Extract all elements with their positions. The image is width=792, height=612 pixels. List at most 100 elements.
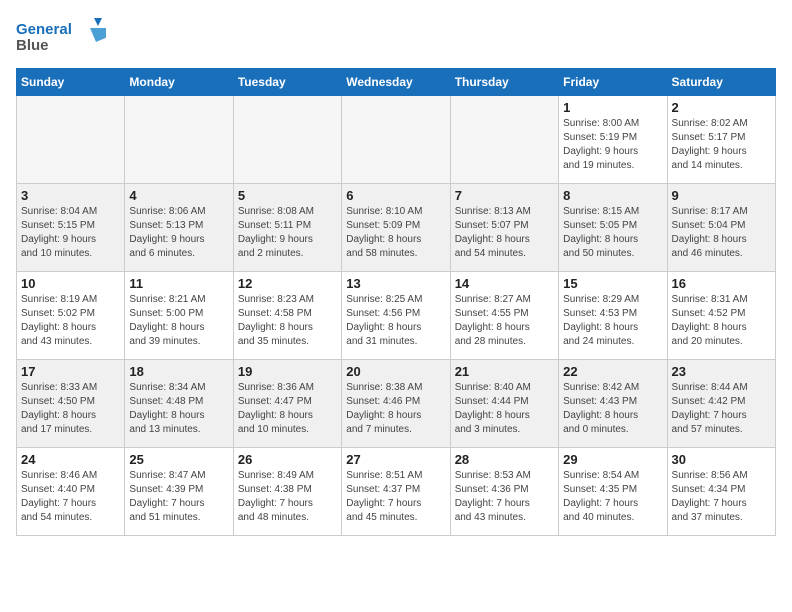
week-row-4: 17 Sunrise: 8:33 AM Sunset: 4:50 PM Dayli… [17, 360, 776, 448]
day-number: 16 [672, 276, 771, 291]
day-info: Sunrise: 8:33 AM Sunset: 4:50 PM Dayligh… [21, 381, 120, 437]
day-number: 18 [129, 364, 228, 379]
day-info: Sunrise: 8:10 AM Sunset: 5:09 PM Dayligh… [346, 205, 445, 261]
day-cell: 4 Sunrise: 8:06 AM Sunset: 5:13 PM Daylig… [125, 184, 233, 272]
day-number: 20 [346, 364, 445, 379]
day-info: Sunrise: 8:56 AM Sunset: 4:34 PM Dayligh… [672, 469, 771, 525]
week-row-1: 1 Sunrise: 8:00 AM Sunset: 5:19 PM Daylig… [17, 96, 776, 184]
col-header-friday: Friday [559, 69, 667, 96]
col-header-tuesday: Tuesday [233, 69, 341, 96]
day-info: Sunrise: 8:29 AM Sunset: 4:53 PM Dayligh… [563, 293, 662, 349]
header-row: SundayMondayTuesdayWednesdayThursdayFrid… [17, 69, 776, 96]
day-cell: 18 Sunrise: 8:34 AM Sunset: 4:48 PM Dayli… [125, 360, 233, 448]
day-info: Sunrise: 8:40 AM Sunset: 4:44 PM Dayligh… [455, 381, 554, 437]
day-cell: 19 Sunrise: 8:36 AM Sunset: 4:47 PM Dayli… [233, 360, 341, 448]
day-number: 19 [238, 364, 337, 379]
col-header-saturday: Saturday [667, 69, 775, 96]
day-info: Sunrise: 8:27 AM Sunset: 4:55 PM Dayligh… [455, 293, 554, 349]
day-cell: 29 Sunrise: 8:54 AM Sunset: 4:35 PM Dayli… [559, 448, 667, 536]
day-number: 26 [238, 452, 337, 467]
day-info: Sunrise: 8:36 AM Sunset: 4:47 PM Dayligh… [238, 381, 337, 437]
day-cell: 28Sunrise: 8:53 AM Sunset: 4:36 PM Dayli… [450, 448, 558, 536]
day-info: Sunrise: 8:02 AM Sunset: 5:17 PM Dayligh… [672, 117, 771, 173]
day-info: Sunrise: 8:46 AM Sunset: 4:40 PM Dayligh… [21, 469, 120, 525]
day-number: 29 [563, 452, 662, 467]
day-cell [233, 96, 341, 184]
day-cell [125, 96, 233, 184]
day-cell: 7Sunrise: 8:13 AM Sunset: 5:07 PM Daylig… [450, 184, 558, 272]
day-cell: 9Sunrise: 8:17 AM Sunset: 5:04 PM Daylig… [667, 184, 775, 272]
day-number: 24 [21, 452, 120, 467]
day-number: 7 [455, 188, 554, 203]
day-info: Sunrise: 8:08 AM Sunset: 5:11 PM Dayligh… [238, 205, 337, 261]
day-cell: 17 Sunrise: 8:33 AM Sunset: 4:50 PM Dayli… [17, 360, 125, 448]
day-number: 25 [129, 452, 228, 467]
svg-text:Blue: Blue [16, 37, 49, 54]
day-number: 15 [563, 276, 662, 291]
day-info: Sunrise: 8:31 AM Sunset: 4:52 PM Dayligh… [672, 293, 771, 349]
day-cell [17, 96, 125, 184]
day-cell: 12 Sunrise: 8:23 AM Sunset: 4:58 PM Dayli… [233, 272, 341, 360]
day-cell: 13Sunrise: 8:25 AM Sunset: 4:56 PM Dayli… [342, 272, 450, 360]
day-cell: 11Sunrise: 8:21 AM Sunset: 5:00 PM Dayli… [125, 272, 233, 360]
day-info: Sunrise: 8:23 AM Sunset: 4:58 PM Dayligh… [238, 293, 337, 349]
day-cell: 14 Sunrise: 8:27 AM Sunset: 4:55 PM Dayli… [450, 272, 558, 360]
day-info: Sunrise: 8:53 AM Sunset: 4:36 PM Dayligh… [455, 469, 554, 525]
day-info: Sunrise: 8:34 AM Sunset: 4:48 PM Dayligh… [129, 381, 228, 437]
day-cell: 8 Sunrise: 8:15 AM Sunset: 5:05 PM Daylig… [559, 184, 667, 272]
day-cell: 21 Sunrise: 8:40 AM Sunset: 4:44 PM Dayli… [450, 360, 558, 448]
day-info: Sunrise: 8:04 AM Sunset: 5:15 PM Dayligh… [21, 205, 120, 261]
day-info: Sunrise: 8:00 AM Sunset: 5:19 PM Dayligh… [563, 117, 662, 173]
day-number: 1 [563, 100, 662, 115]
logo-svg: General Blue [16, 16, 106, 58]
day-cell [450, 96, 558, 184]
day-cell [342, 96, 450, 184]
calendar-table: SundayMondayTuesdayWednesdayThursdayFrid… [16, 68, 776, 536]
day-cell: 27 Sunrise: 8:51 AM Sunset: 4:37 PM Dayli… [342, 448, 450, 536]
day-cell: 10Sunrise: 8:19 AM Sunset: 5:02 PM Dayli… [17, 272, 125, 360]
day-number: 22 [563, 364, 662, 379]
day-cell: 26 Sunrise: 8:49 AM Sunset: 4:38 PM Dayli… [233, 448, 341, 536]
col-header-wednesday: Wednesday [342, 69, 450, 96]
day-info: Sunrise: 8:51 AM Sunset: 4:37 PM Dayligh… [346, 469, 445, 525]
day-number: 14 [455, 276, 554, 291]
day-cell: 3 Sunrise: 8:04 AM Sunset: 5:15 PM Daylig… [17, 184, 125, 272]
day-number: 5 [238, 188, 337, 203]
day-number: 13 [346, 276, 445, 291]
day-info: Sunrise: 8:38 AM Sunset: 4:46 PM Dayligh… [346, 381, 445, 437]
col-header-monday: Monday [125, 69, 233, 96]
header: General Blue [16, 16, 776, 58]
week-row-2: 3 Sunrise: 8:04 AM Sunset: 5:15 PM Daylig… [17, 184, 776, 272]
day-info: Sunrise: 8:42 AM Sunset: 4:43 PM Dayligh… [563, 381, 662, 437]
day-info: Sunrise: 8:44 AM Sunset: 4:42 PM Dayligh… [672, 381, 771, 437]
day-number: 3 [21, 188, 120, 203]
day-number: 12 [238, 276, 337, 291]
day-info: Sunrise: 8:54 AM Sunset: 4:35 PM Dayligh… [563, 469, 662, 525]
day-cell: 2 Sunrise: 8:02 AM Sunset: 5:17 PM Daylig… [667, 96, 775, 184]
day-info: Sunrise: 8:15 AM Sunset: 5:05 PM Dayligh… [563, 205, 662, 261]
svg-text:General: General [16, 21, 72, 38]
day-cell: 20 Sunrise: 8:38 AM Sunset: 4:46 PM Dayli… [342, 360, 450, 448]
day-number: 6 [346, 188, 445, 203]
day-cell: 24 Sunrise: 8:46 AM Sunset: 4:40 PM Dayli… [17, 448, 125, 536]
day-info: Sunrise: 8:49 AM Sunset: 4:38 PM Dayligh… [238, 469, 337, 525]
week-row-3: 10Sunrise: 8:19 AM Sunset: 5:02 PM Dayli… [17, 272, 776, 360]
col-header-thursday: Thursday [450, 69, 558, 96]
day-number: 4 [129, 188, 228, 203]
day-cell: 1 Sunrise: 8:00 AM Sunset: 5:19 PM Daylig… [559, 96, 667, 184]
day-number: 17 [21, 364, 120, 379]
day-number: 27 [346, 452, 445, 467]
day-cell: 25 Sunrise: 8:47 AM Sunset: 4:39 PM Dayli… [125, 448, 233, 536]
col-header-sunday: Sunday [17, 69, 125, 96]
logo: General Blue [16, 16, 106, 58]
day-cell: 15 Sunrise: 8:29 AM Sunset: 4:53 PM Dayli… [559, 272, 667, 360]
day-number: 2 [672, 100, 771, 115]
day-number: 9 [672, 188, 771, 203]
day-number: 30 [672, 452, 771, 467]
day-info: Sunrise: 8:06 AM Sunset: 5:13 PM Dayligh… [129, 205, 228, 261]
day-number: 8 [563, 188, 662, 203]
day-info: Sunrise: 8:47 AM Sunset: 4:39 PM Dayligh… [129, 469, 228, 525]
day-number: 11 [129, 276, 228, 291]
day-cell: 30 Sunrise: 8:56 AM Sunset: 4:34 PM Dayli… [667, 448, 775, 536]
day-number: 21 [455, 364, 554, 379]
